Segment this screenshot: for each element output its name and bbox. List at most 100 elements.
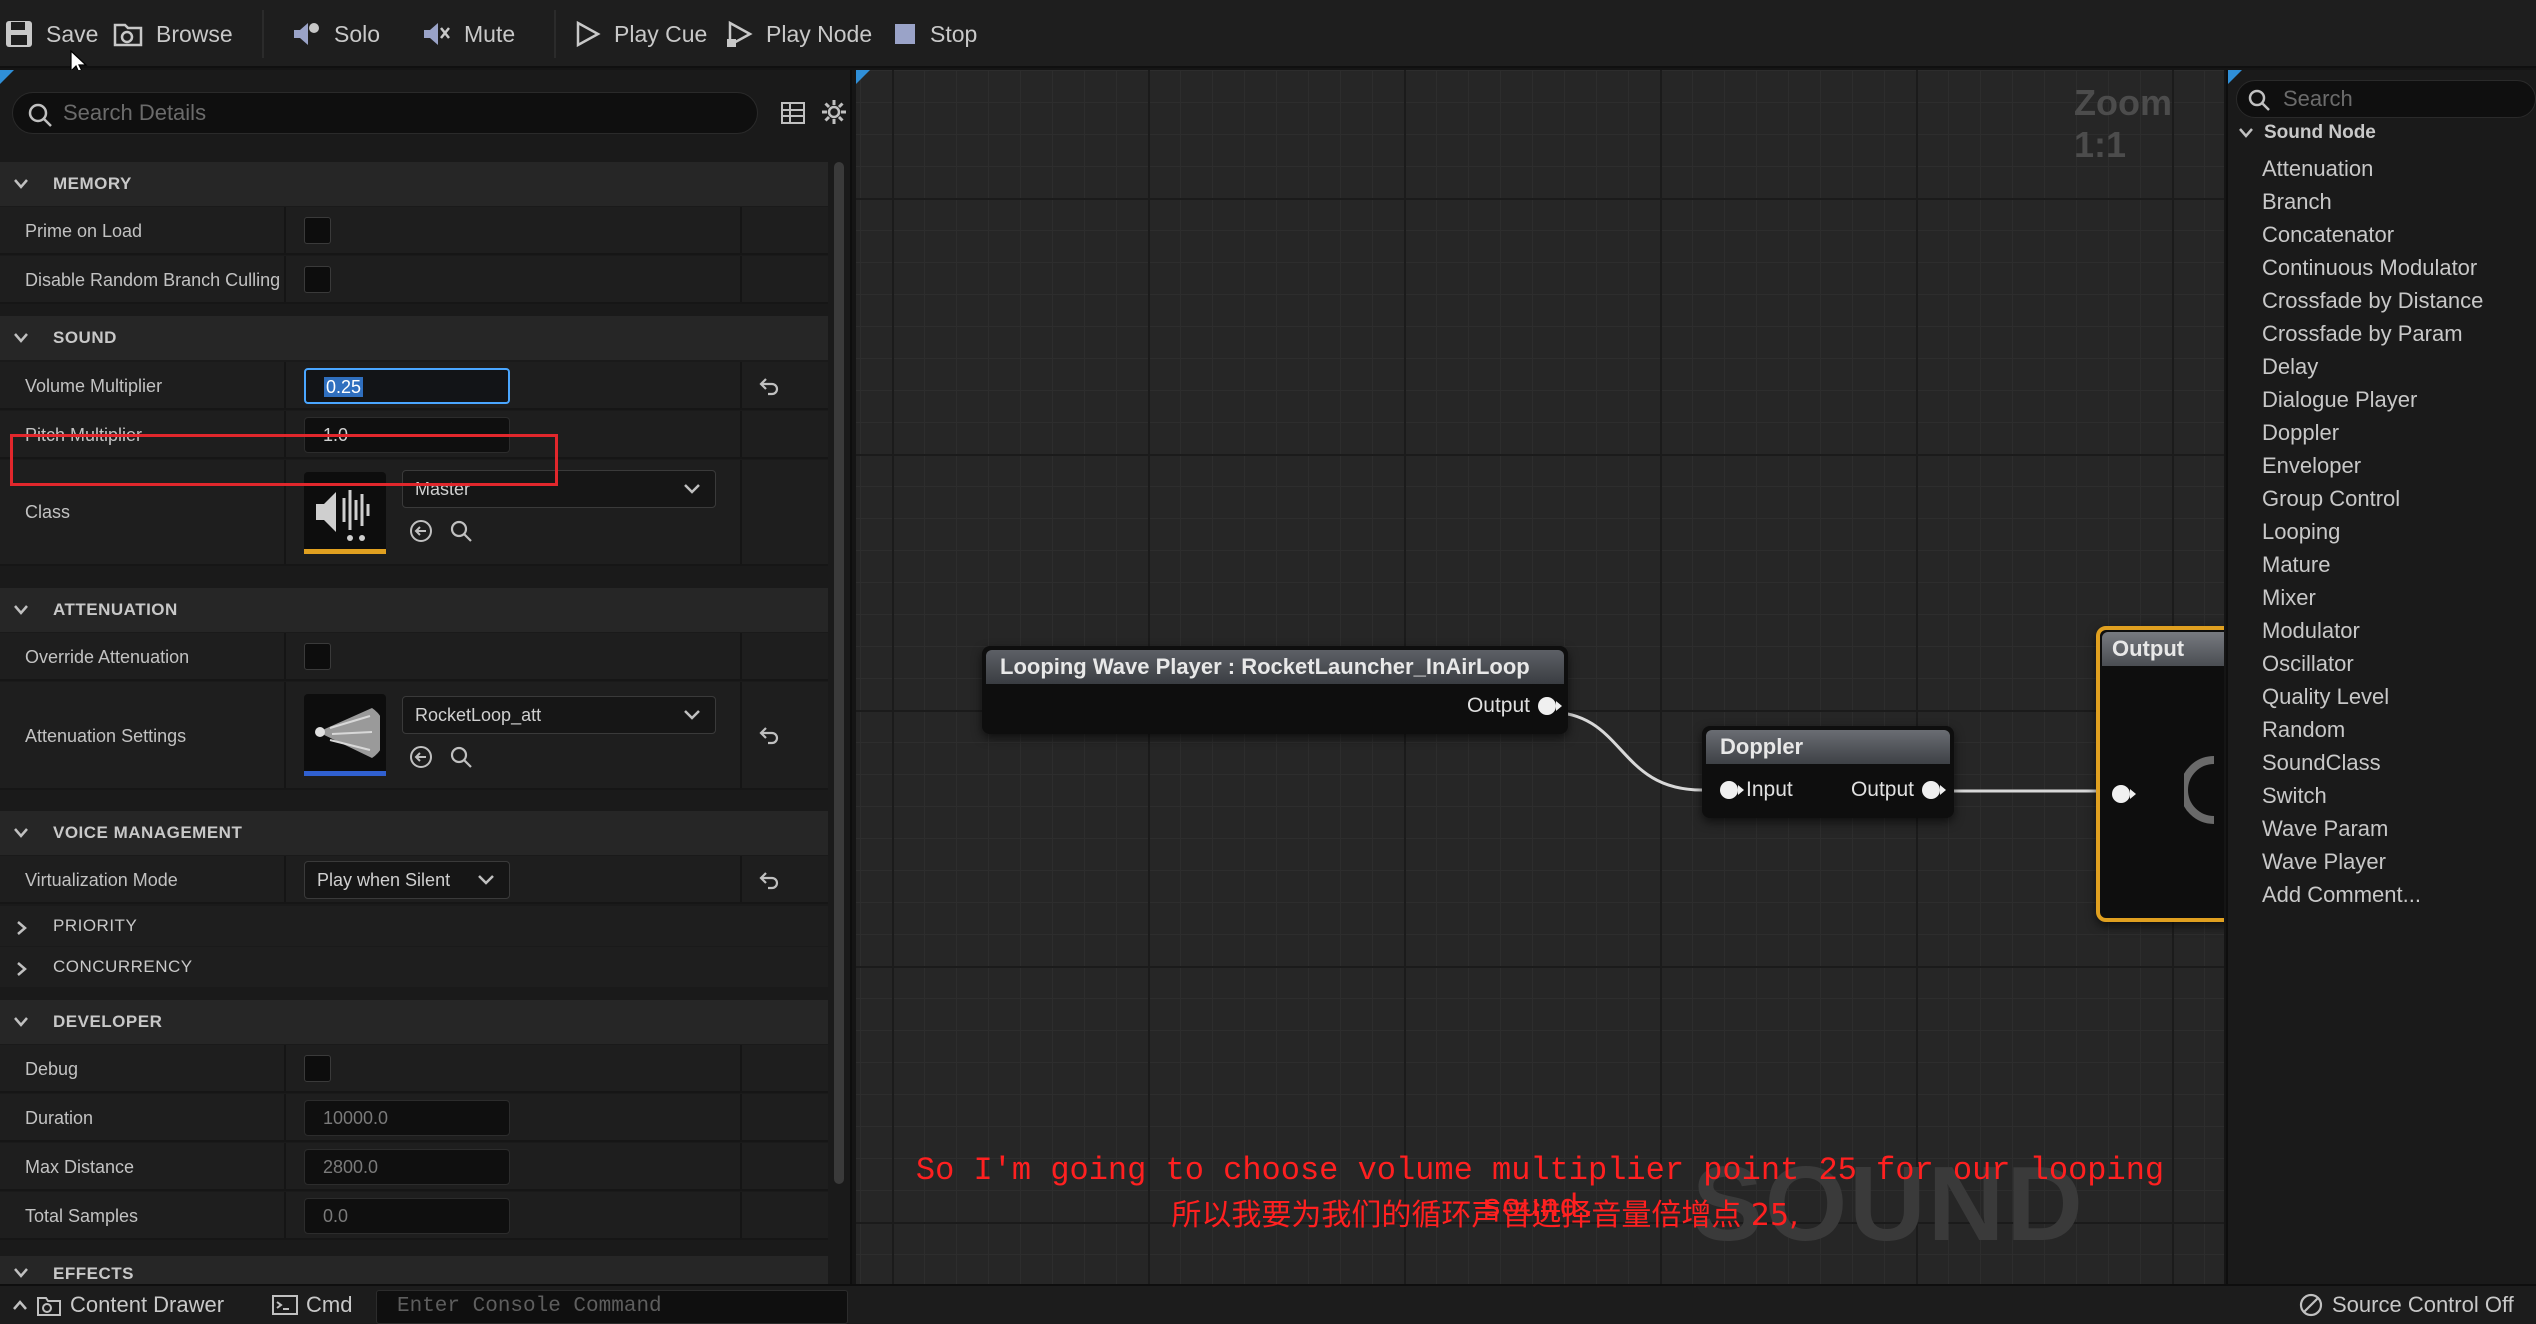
browse-button[interactable]: Browse <box>112 10 233 58</box>
virtualization-mode-value: Play when Silent <box>317 870 451 890</box>
category-voice-management[interactable]: VOICE MANAGEMENT <box>0 811 828 855</box>
mute-button[interactable]: Mute <box>420 10 515 58</box>
play-cue-button[interactable]: Play Cue <box>572 10 707 58</box>
palette-item[interactable]: Attenuation <box>2262 156 2373 182</box>
play-icon <box>576 20 601 48</box>
column-divider <box>740 460 742 564</box>
doppler-node[interactable]: Doppler Input Output <box>1702 726 1954 818</box>
category-priority[interactable]: PRIORITY <box>0 906 828 946</box>
duration-row: Duration 10000.0 <box>0 1094 828 1142</box>
column-divider <box>740 1192 742 1238</box>
output-pin[interactable]: Output <box>1467 694 1562 718</box>
looping-wave-player-node[interactable]: Looping Wave Player : RocketLauncher_InA… <box>982 646 1568 734</box>
palette-item[interactable]: Enveloper <box>2262 453 2361 479</box>
output-node[interactable]: Output <box>2096 626 2224 922</box>
palette-item[interactable]: Mature <box>2262 552 2330 578</box>
palette-item[interactable]: Crossfade by Distance <box>2262 288 2483 314</box>
category-effects[interactable]: EFFECTS <box>0 1256 828 1284</box>
play-node-icon <box>727 20 753 48</box>
pin-dot[interactable] <box>1538 697 1562 715</box>
use-selected-arrow-icon[interactable] <box>408 518 434 544</box>
node-title: Output <box>2102 632 2224 666</box>
column-divider <box>740 856 742 902</box>
debug-checkbox[interactable] <box>304 1055 331 1082</box>
volume-multiplier-input[interactable]: 0.25 <box>304 368 510 404</box>
override-attenuation-checkbox[interactable] <box>304 643 331 670</box>
thumbnail-color-bar <box>304 771 386 776</box>
palette-item[interactable]: Group Control <box>2262 486 2400 512</box>
category-priority-label: PRIORITY <box>53 916 138 935</box>
chevron-down-icon <box>14 828 28 838</box>
attenuation-settings-dropdown[interactable]: RocketLoop_att <box>402 696 716 734</box>
palette-item[interactable]: Random <box>2262 717 2345 743</box>
palette-item[interactable]: Crossfade by Param <box>2262 321 2463 347</box>
palette-item[interactable]: Continuous Modulator <box>2262 255 2477 281</box>
reset-arrow-icon[interactable] <box>758 724 780 746</box>
disable-culling-checkbox[interactable] <box>304 266 331 293</box>
use-selected-arrow-icon[interactable] <box>408 744 434 770</box>
play-node-button[interactable]: Play Node <box>724 10 872 58</box>
column-divider <box>284 1094 286 1140</box>
input-pin[interactable]: Input <box>1720 778 1793 802</box>
palette-item[interactable]: Mixer <box>2262 585 2316 611</box>
gear-icon[interactable] <box>820 98 848 126</box>
palette-item[interactable]: Modulator <box>2262 618 2360 644</box>
console-command-input[interactable]: Enter Console Command <box>376 1290 848 1324</box>
palette-item[interactable]: Add Comment... <box>2262 882 2421 908</box>
category-sound[interactable]: SOUND <box>0 316 828 360</box>
category-attenuation-label: ATTENUATION <box>53 600 178 619</box>
column-divider <box>740 362 742 408</box>
palette-item[interactable]: Oscillator <box>2262 651 2354 677</box>
attenuation-cone-icon <box>315 708 380 758</box>
palette-item[interactable]: Wave Player <box>2262 849 2386 875</box>
output-node-input-pin[interactable] <box>2112 785 2136 803</box>
category-developer[interactable]: DEVELOPER <box>0 1000 828 1044</box>
table-view-icon[interactable] <box>780 100 806 126</box>
volume-multiplier-label: Volume Multiplier <box>25 376 163 396</box>
chevron-down-icon <box>684 484 700 494</box>
chevron-down-icon <box>14 1268 28 1278</box>
palette-item[interactable]: Looping <box>2262 519 2340 545</box>
reset-arrow-icon[interactable] <box>758 375 780 397</box>
palette-item[interactable]: Quality Level <box>2262 684 2389 710</box>
content-drawer-button[interactable]: Content Drawer <box>12 1292 224 1318</box>
prime-on-load-checkbox[interactable] <box>304 217 331 244</box>
chevron-right-icon <box>17 921 27 935</box>
category-concurrency[interactable]: CONCURRENCY <box>0 947 828 987</box>
palette-item[interactable]: Branch <box>2262 189 2332 215</box>
details-scrollbar[interactable] <box>834 162 844 1184</box>
pin-dot[interactable] <box>1720 781 1744 799</box>
disable-culling-label: Disable Random Branch Culling <box>25 270 281 290</box>
sound-cue-graph[interactable]: Zoom 1:1 SOUND CUE Looping Wave Player :… <box>856 70 2224 1284</box>
pin-dot[interactable] <box>1922 781 1946 799</box>
category-memory[interactable]: MEMORY <box>0 162 828 206</box>
browse-search-icon[interactable] <box>448 744 474 770</box>
browse-search-icon[interactable] <box>448 518 474 544</box>
palette-item[interactable]: SoundClass <box>2262 750 2381 776</box>
output-pin[interactable]: Output <box>1851 778 1946 802</box>
wire-wave-to-doppler <box>1547 710 1703 792</box>
play-node-label: Play Node <box>766 20 873 47</box>
category-attenuation[interactable]: ATTENUATION <box>0 588 828 632</box>
prime-on-load-label: Prime on Load <box>25 221 143 241</box>
cmd-button[interactable]: Cmd <box>272 1292 352 1318</box>
stop-button[interactable]: Stop <box>892 10 977 58</box>
palette-item[interactable]: Switch <box>2262 783 2327 809</box>
pin-dot[interactable] <box>2112 785 2136 803</box>
source-control-button[interactable]: Source Control Off <box>2298 1292 2514 1318</box>
attenuation-thumbnail[interactable] <box>304 694 386 776</box>
palette-search-input[interactable]: Search <box>2236 80 2536 118</box>
palette-item[interactable]: Delay <box>2262 354 2318 380</box>
reset-arrow-icon[interactable] <box>758 869 780 891</box>
palette-item[interactable]: Concatenator <box>2262 222 2394 248</box>
palette-item[interactable]: Doppler <box>2262 420 2339 446</box>
details-search-input[interactable]: Search Details <box>12 92 758 134</box>
sound-class-icon <box>316 490 370 541</box>
virtualization-mode-dropdown[interactable]: Play when Silent <box>304 861 510 899</box>
solo-button[interactable]: Solo <box>290 10 380 58</box>
palette-category-sound-node[interactable]: Sound Node <box>2238 122 2376 144</box>
palette-item[interactable]: Dialogue Player <box>2262 387 2417 413</box>
palette-item[interactable]: Wave Param <box>2262 816 2388 842</box>
speaker-icon <box>2184 756 2215 824</box>
duration-label: Duration <box>25 1108 94 1128</box>
